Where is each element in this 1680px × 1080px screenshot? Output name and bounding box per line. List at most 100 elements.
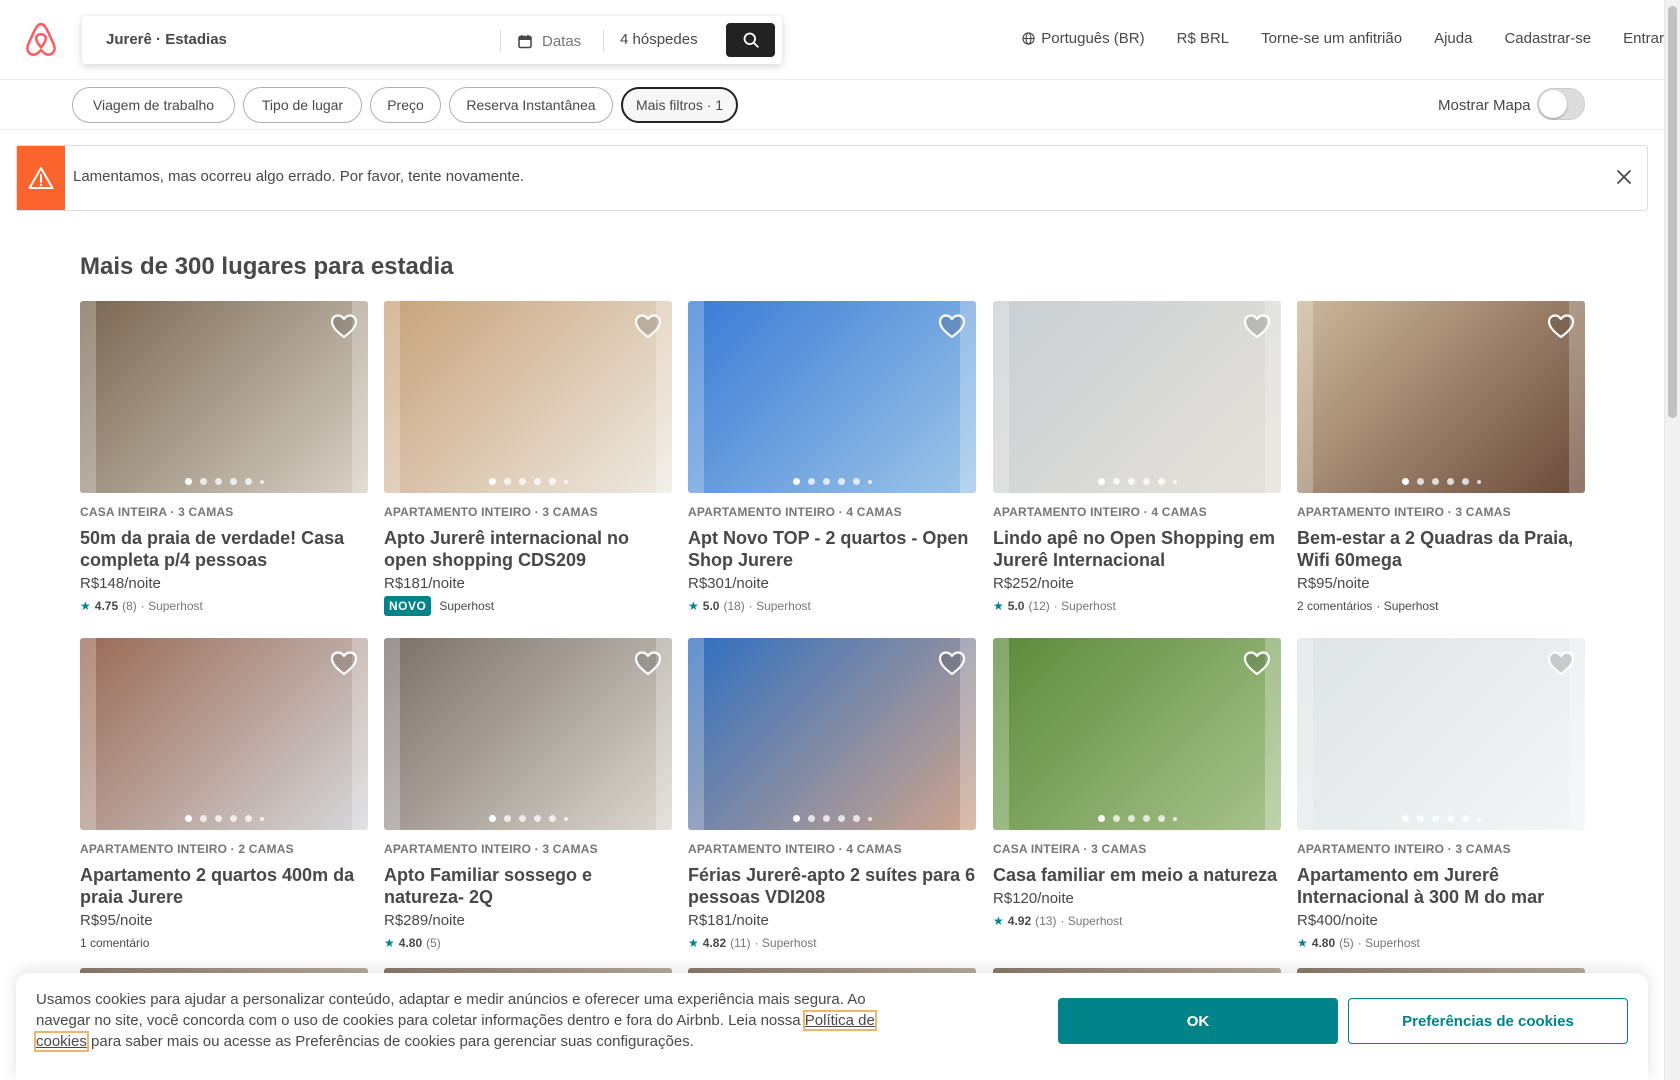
- carousel-dot[interactable]: [1401, 815, 1409, 822]
- listing-title[interactable]: 50m da praia de verdade! Casa completa p…: [80, 527, 368, 571]
- carousel-dot[interactable]: [1127, 815, 1135, 822]
- heart-icon[interactable]: [634, 650, 662, 676]
- carousel-dot[interactable]: [548, 478, 556, 485]
- carousel-dot[interactable]: [867, 816, 872, 821]
- search-location-input[interactable]: Jurerê · Estadias: [106, 31, 227, 48]
- photo-carousel-dots[interactable]: [384, 478, 672, 485]
- carousel-dot[interactable]: [1446, 815, 1454, 822]
- heart-icon[interactable]: [330, 313, 358, 339]
- photo-carousel-dots[interactable]: [80, 815, 368, 822]
- carousel-dot[interactable]: [822, 478, 830, 485]
- become-host-link[interactable]: Torne-se um anfitrião: [1261, 30, 1402, 47]
- carousel-dot[interactable]: [518, 478, 526, 485]
- carousel-dot[interactable]: [1401, 478, 1409, 485]
- scrollbar-thumb[interactable]: [1668, 6, 1677, 418]
- filter-work-trip-button[interactable]: Viagem de trabalho: [72, 87, 235, 123]
- carousel-dot[interactable]: [259, 816, 264, 821]
- airbnb-logo-icon[interactable]: [24, 22, 58, 58]
- carousel-dot[interactable]: [244, 478, 252, 485]
- carousel-dot[interactable]: [792, 815, 800, 822]
- carousel-dot[interactable]: [229, 478, 237, 485]
- carousel-dot[interactable]: [184, 815, 192, 822]
- carousel-dot[interactable]: [1112, 478, 1120, 485]
- listing-card[interactable]: APARTAMENTO INTEIRO · 2 CAMAS Apartamento…: [80, 638, 368, 952]
- photo-carousel-dots[interactable]: [993, 815, 1281, 822]
- heart-icon[interactable]: [1547, 313, 1575, 339]
- listing-photo[interactable]: [993, 301, 1281, 493]
- carousel-dot[interactable]: [1112, 815, 1120, 822]
- carousel-dot[interactable]: [807, 478, 815, 485]
- listing-title[interactable]: Apartamento em Jurerê Internacional à 30…: [1297, 864, 1585, 908]
- carousel-dot[interactable]: [488, 815, 496, 822]
- carousel-dot[interactable]: [518, 815, 526, 822]
- listing-card[interactable]: APARTAMENTO INTEIRO · 4 CAMAS Férias Jure…: [688, 638, 976, 952]
- listing-card[interactable]: APARTAMENTO INTEIRO · 3 CAMAS Bem-estar a…: [1297, 301, 1585, 615]
- listing-card[interactable]: APARTAMENTO INTEIRO · 4 CAMAS Lindo apê n…: [993, 301, 1281, 615]
- page-scrollbar[interactable]: [1664, 0, 1680, 1080]
- carousel-dot[interactable]: [503, 478, 511, 485]
- listing-title[interactable]: Casa familiar em meio a natureza: [993, 864, 1281, 886]
- filter-place-type-button[interactable]: Tipo de lugar: [243, 87, 362, 123]
- listing-title[interactable]: Férias Jurerê-apto 2 suítes para 6 pesso…: [688, 864, 976, 908]
- close-icon[interactable]: [1615, 168, 1633, 186]
- carousel-dot[interactable]: [214, 815, 222, 822]
- carousel-dot[interactable]: [1127, 478, 1135, 485]
- carousel-dot[interactable]: [1172, 479, 1177, 484]
- carousel-dot[interactable]: [244, 815, 252, 822]
- currency-button[interactable]: R$ BRL: [1177, 30, 1230, 47]
- login-link[interactable]: Entrar: [1623, 30, 1664, 47]
- carousel-dot[interactable]: [1097, 478, 1105, 485]
- listing-title[interactable]: Apto Familiar sossego e natureza- 2Q: [384, 864, 672, 908]
- listing-photo[interactable]: [688, 638, 976, 830]
- heart-icon[interactable]: [1243, 313, 1271, 339]
- carousel-dot[interactable]: [1142, 478, 1150, 485]
- help-link[interactable]: Ajuda: [1434, 30, 1472, 47]
- listing-title[interactable]: Lindo apê no Open Shopping em Jurerê Int…: [993, 527, 1281, 571]
- listing-title[interactable]: Apartamento 2 quartos 400m da praia Jure…: [80, 864, 368, 908]
- listing-title[interactable]: Apto Jurerê internacional no open shoppi…: [384, 527, 672, 571]
- search-button[interactable]: [726, 23, 775, 57]
- guests-button[interactable]: 4 hóspedes: [620, 31, 698, 48]
- carousel-dot[interactable]: [1431, 478, 1439, 485]
- listing-photo[interactable]: [80, 301, 368, 493]
- carousel-dot[interactable]: [563, 479, 568, 484]
- carousel-dot[interactable]: [199, 478, 207, 485]
- dates-button[interactable]: Datas: [518, 30, 581, 52]
- listing-card[interactable]: CASA INTEIRA · 3 CAMAS Casa familiar em m…: [993, 638, 1281, 930]
- cookie-ok-button[interactable]: OK: [1058, 998, 1338, 1044]
- photo-carousel-dots[interactable]: [993, 478, 1281, 485]
- carousel-dot[interactable]: [837, 815, 845, 822]
- photo-carousel-dots[interactable]: [1297, 815, 1585, 822]
- language-button[interactable]: Português (BR): [1022, 30, 1145, 47]
- carousel-dot[interactable]: [852, 815, 860, 822]
- filter-instant-book-button[interactable]: Reserva Instantânea: [449, 87, 613, 123]
- photo-carousel-dots[interactable]: [80, 478, 368, 485]
- search-bar[interactable]: Jurerê · Estadias Datas 4 hóspedes: [82, 16, 782, 64]
- listing-card[interactable]: APARTAMENTO INTEIRO · 3 CAMAS Apartamento…: [1297, 638, 1585, 952]
- listing-title[interactable]: Bem-estar a 2 Quadras da Praia, Wifi 60m…: [1297, 527, 1585, 571]
- heart-icon[interactable]: [938, 650, 966, 676]
- heart-icon[interactable]: [634, 313, 662, 339]
- carousel-dot[interactable]: [563, 816, 568, 821]
- listing-photo[interactable]: [384, 638, 672, 830]
- carousel-dot[interactable]: [1097, 815, 1105, 822]
- listing-photo[interactable]: [1297, 301, 1585, 493]
- signup-link[interactable]: Cadastrar-se: [1504, 30, 1591, 47]
- carousel-dot[interactable]: [822, 815, 830, 822]
- listing-card[interactable]: APARTAMENTO INTEIRO · 4 CAMAS Apt Novo TO…: [688, 301, 976, 615]
- show-map-toggle[interactable]: [1537, 88, 1585, 120]
- listing-card[interactable]: APARTAMENTO INTEIRO · 3 CAMAS Apto Famili…: [384, 638, 672, 952]
- carousel-dot[interactable]: [259, 479, 264, 484]
- carousel-dot[interactable]: [503, 815, 511, 822]
- listing-photo[interactable]: [688, 301, 976, 493]
- listing-title[interactable]: Apt Novo TOP - 2 quartos - Open Shop Jur…: [688, 527, 976, 571]
- carousel-dot[interactable]: [533, 478, 541, 485]
- filter-price-button[interactable]: Preço: [370, 87, 441, 123]
- carousel-dot[interactable]: [1476, 479, 1481, 484]
- listing-photo[interactable]: [384, 301, 672, 493]
- carousel-dot[interactable]: [1157, 478, 1165, 485]
- carousel-dot[interactable]: [1142, 815, 1150, 822]
- carousel-dot[interactable]: [548, 815, 556, 822]
- carousel-dot[interactable]: [807, 815, 815, 822]
- carousel-dot[interactable]: [1476, 816, 1481, 821]
